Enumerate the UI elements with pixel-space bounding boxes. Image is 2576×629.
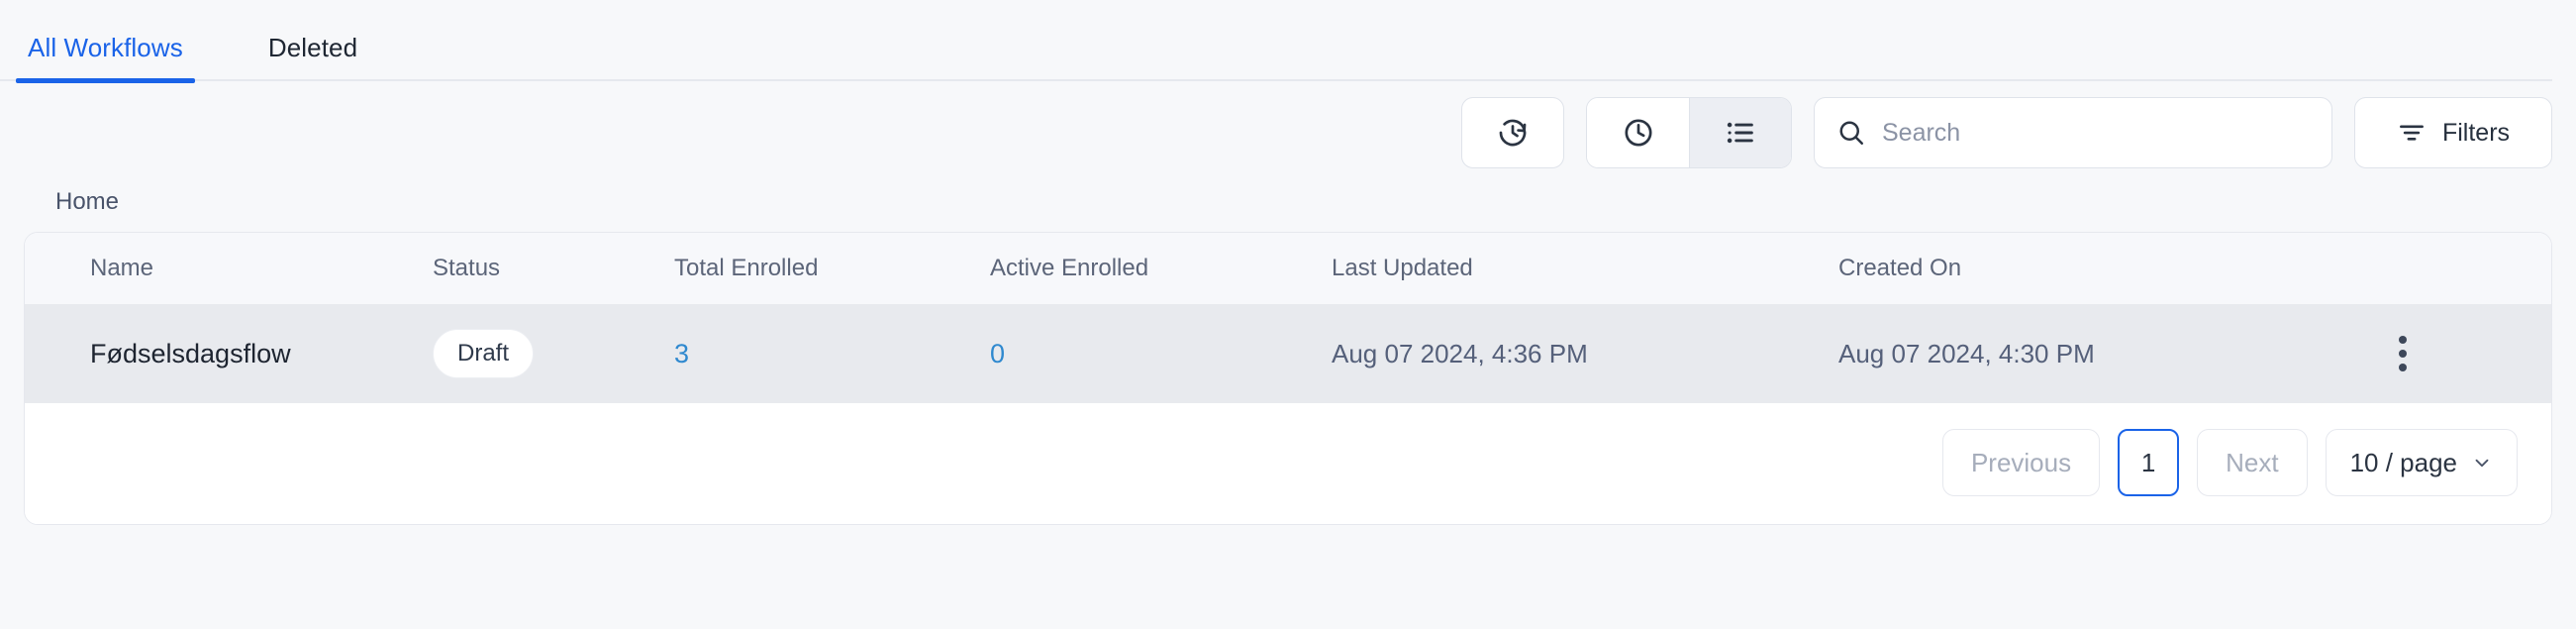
pagination-previous-button[interactable]: Previous <box>1941 429 2101 496</box>
clock-icon <box>1622 116 1655 150</box>
column-header-actions <box>2353 233 2551 304</box>
column-header-created-on[interactable]: Created On <box>1838 233 2353 304</box>
breadcrumb: Home <box>0 184 2576 232</box>
total-enrolled-link[interactable]: 3 <box>674 339 689 368</box>
toolbar: Filters <box>0 81 2576 184</box>
clock-refresh-icon <box>1496 116 1530 150</box>
last-updated-value: Aug 07 2024, 4:36 PM <box>1332 338 1588 368</box>
pagination-next-label: Next <box>2226 447 2279 477</box>
pagination-previous-label: Previous <box>1970 447 2072 477</box>
page-size-label: 10 / page <box>2349 447 2457 477</box>
column-header-active-enrolled[interactable]: Active Enrolled <box>990 233 1332 304</box>
cell-name: Fødselsdagsflow <box>25 304 433 403</box>
tab-deleted[interactable]: Deleted <box>256 33 369 81</box>
cell-last-updated: Aug 07 2024, 4:36 PM <box>1332 304 1838 403</box>
search-icon <box>1836 118 1866 148</box>
column-header-status[interactable]: Status <box>433 233 674 304</box>
workflow-tabs: All Workflows Deleted <box>0 0 2576 83</box>
view-mode-list-button[interactable] <box>1689 98 1791 167</box>
workflow-name[interactable]: Fødselsdagsflow <box>90 339 291 368</box>
page-size-select[interactable]: 10 / page <box>2325 429 2518 496</box>
cell-actions <box>2353 304 2551 403</box>
status-badge: Draft <box>433 329 535 378</box>
column-header-total-enrolled[interactable]: Total Enrolled <box>674 233 990 304</box>
cell-status: Draft <box>433 304 674 403</box>
tab-all-workflows[interactable]: All Workflows <box>16 33 195 83</box>
breadcrumb-home[interactable]: Home <box>55 188 119 215</box>
list-icon <box>1724 116 1757 150</box>
filters-button-label: Filters <box>2441 118 2511 147</box>
cell-created-on: Aug 07 2024, 4:30 PM <box>1838 304 2353 403</box>
pagination-page-number: 1 <box>2140 447 2156 477</box>
pagination-page-1-button[interactable]: 1 <box>2118 429 2180 496</box>
table-header-row: Name Status Total Enrolled Active Enroll… <box>25 233 2551 304</box>
tab-deleted-label: Deleted <box>267 33 358 62</box>
active-enrolled-link[interactable]: 0 <box>990 339 1005 368</box>
cell-active-enrolled: 0 <box>990 304 1332 403</box>
column-header-name[interactable]: Name <box>25 233 433 304</box>
tab-all-workflows-label: All Workflows <box>28 33 183 62</box>
view-mode-switcher <box>1586 97 1792 168</box>
cell-total-enrolled: 3 <box>674 304 990 403</box>
table-header: Name Status Total Enrolled Active Enroll… <box>25 233 2551 304</box>
history-button[interactable] <box>1461 97 1564 168</box>
kebab-menu-icon[interactable] <box>2353 336 2551 371</box>
table-body: Fødselsdagsflow Draft 3 0 Aug 07 2024, 4… <box>25 304 2551 403</box>
chevron-down-icon <box>2471 452 2493 473</box>
view-mode-timeline-button[interactable] <box>1587 98 1689 167</box>
pagination: Previous 1 Next 10 / page <box>25 403 2551 524</box>
filter-icon <box>2397 118 2427 148</box>
search-field[interactable] <box>1814 97 2332 168</box>
filters-button[interactable]: Filters <box>2354 97 2552 168</box>
column-header-last-updated[interactable]: Last Updated <box>1332 233 1838 304</box>
pagination-next-button[interactable]: Next <box>2197 429 2308 496</box>
workflows-table: Name Status Total Enrolled Active Enroll… <box>25 233 2551 403</box>
table-row[interactable]: Fødselsdagsflow Draft 3 0 Aug 07 2024, 4… <box>25 304 2551 403</box>
workflows-table-card: Name Status Total Enrolled Active Enroll… <box>24 232 2552 525</box>
created-on-value: Aug 07 2024, 4:30 PM <box>1838 338 2095 368</box>
search-input[interactable] <box>1882 118 2310 148</box>
